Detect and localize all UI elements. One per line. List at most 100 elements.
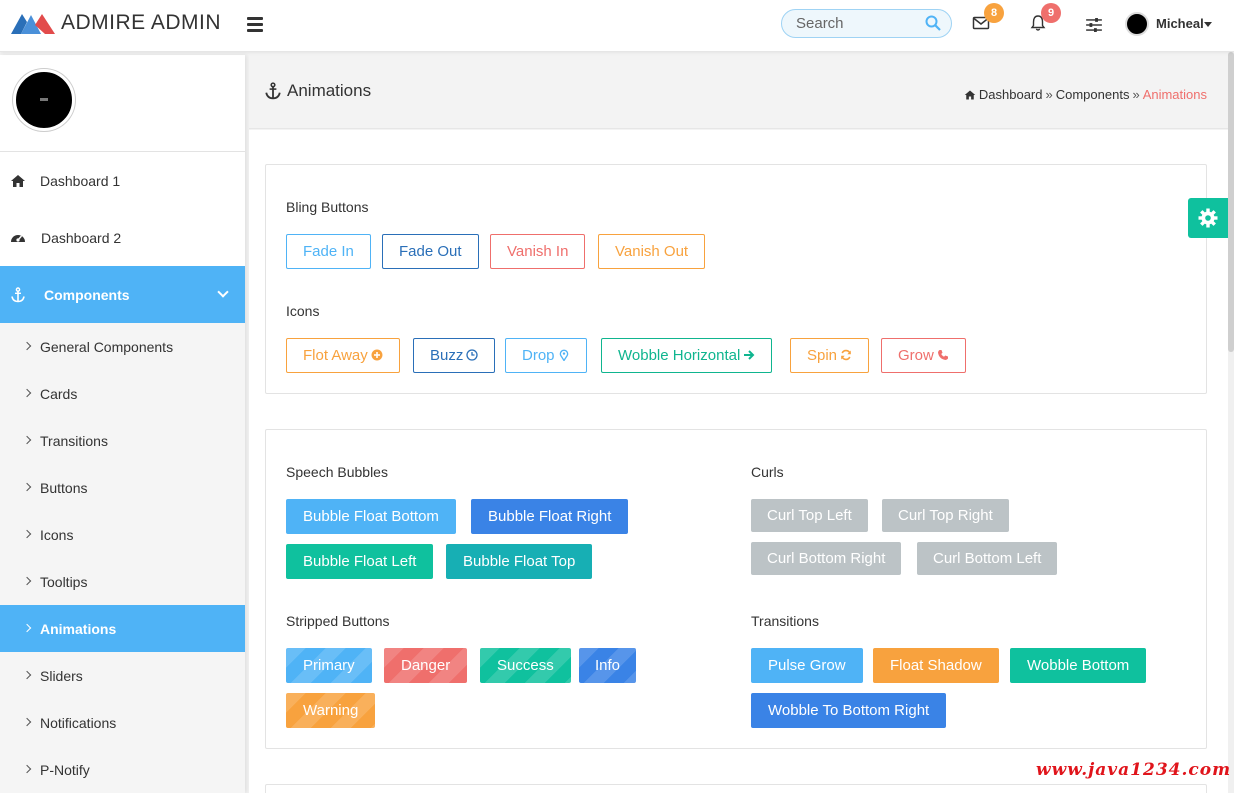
chevron-right-icon (22, 388, 32, 398)
caret-down-icon[interactable] (1204, 22, 1212, 27)
page-title-text: Animations (287, 81, 372, 100)
breadcrumb-parent[interactable]: Components (1056, 87, 1130, 102)
clock-icon (466, 349, 479, 361)
page-scrollbar[interactable] (1228, 52, 1234, 793)
breadcrumb-home[interactable]: Dashboard (979, 87, 1043, 102)
sidebar-subitem-sliders[interactable]: Sliders (0, 652, 245, 699)
search-input[interactable] (796, 15, 916, 32)
top-header: ADMIRE ADMIN 8 9 Micheal (0, 0, 1234, 52)
anchor-icon (11, 286, 25, 302)
effects-card (265, 429, 1207, 749)
subitem-label: Buttons (40, 479, 88, 496)
chevron-right-icon (22, 670, 32, 680)
vanish-in-button[interactable]: Vanish In (490, 234, 586, 269)
fade-in-button[interactable]: Fade In (286, 234, 371, 269)
info-button[interactable]: Info (579, 648, 637, 683)
buzz-button[interactable]: Buzz (413, 338, 496, 373)
sidebar-item-components[interactable]: Components (0, 266, 245, 323)
sliders-icon[interactable] (1085, 16, 1103, 34)
phone-icon (937, 350, 948, 360)
flot-away-button[interactable]: Flot Away (286, 338, 400, 373)
search-icon[interactable] (925, 15, 941, 31)
bubble-float-left-button[interactable]: Bubble Float Left (286, 544, 434, 579)
bubble-float-bottom-button[interactable]: Bubble Float Bottom (286, 499, 456, 534)
primary-button[interactable]: Primary (286, 648, 372, 683)
map-marker-icon (559, 349, 568, 361)
spin-button[interactable]: Spin (790, 338, 870, 373)
double-chevron-icon: » (1045, 87, 1053, 102)
menu-toggle-icon[interactable] (247, 17, 263, 32)
sidebar-item-dashboard-2[interactable]: Dashboard 2 (0, 209, 245, 266)
sidebar: Dashboard 1 Dashboard 2 Components Gener… (0, 55, 245, 793)
arrow-right-icon (744, 350, 755, 360)
plus-circle-icon (371, 349, 383, 361)
curl-bottom-right-button[interactable]: Curl Bottom Right (751, 542, 902, 575)
double-chevron-icon: » (1132, 87, 1140, 102)
curl-top-left-button[interactable]: Curl Top Left (751, 499, 868, 532)
section-title-icons: Icons (286, 303, 320, 319)
sidebar-item-label: Components (44, 286, 130, 303)
bubble-float-top-button[interactable]: Bubble Float Top (446, 544, 593, 579)
watermark-text: www.java1234.com (1036, 760, 1232, 780)
chevron-right-icon (22, 764, 32, 774)
warning-button[interactable]: Warning (286, 693, 376, 728)
section-title-speech: Speech Bubbles (286, 464, 388, 480)
subitem-label: Notifications (40, 714, 117, 731)
refresh-icon (841, 349, 851, 361)
drop-button[interactable]: Drop (505, 338, 587, 373)
section-title-curls: Curls (751, 464, 784, 480)
fade-out-button[interactable]: Fade Out (382, 234, 479, 269)
danger-button[interactable]: Danger (384, 648, 468, 683)
page-header: Animations Dashboard » Components » Anim… (249, 55, 1228, 129)
sidebar-subitem-tooltips[interactable]: Tooltips (0, 558, 245, 605)
user-name[interactable]: Micheal (1156, 16, 1204, 31)
subitem-label: Tooltips (40, 573, 88, 590)
profile-avatar[interactable] (13, 69, 75, 131)
sidebar-subitem-p-notify[interactable]: P-Notify (0, 746, 245, 793)
subitem-label: Icons (40, 526, 74, 543)
search-box (781, 9, 952, 38)
subitem-label: Sliders (40, 667, 83, 684)
curl-top-right-button[interactable]: Curl Top Right (882, 499, 1009, 532)
vanish-out-button[interactable]: Vanish Out (598, 234, 706, 269)
notification-count-badge: 9 (1041, 3, 1061, 23)
wobble-bottom-button[interactable]: Wobble Bottom (1010, 648, 1147, 683)
curl-bottom-left-button[interactable]: Curl Bottom Left (917, 542, 1058, 575)
section-title-transitions: Transitions (751, 613, 819, 629)
scrollbar-thumb[interactable] (1228, 52, 1234, 352)
sidebar-subitem-buttons[interactable]: Buttons (0, 464, 245, 511)
button-label: Grow (898, 347, 934, 364)
sidebar-subitem-notifications[interactable]: Notifications (0, 699, 245, 746)
brand-logo[interactable]: ADMIRE ADMIN (11, 11, 221, 35)
wobble-horizontal-button[interactable]: Wobble Horizontal (601, 338, 773, 373)
dashboard-icon (11, 234, 25, 242)
sidebar-subitem-transitions[interactable]: Transitions (0, 417, 245, 464)
button-label: Spin (807, 347, 838, 364)
sidebar-item-dashboard-1[interactable]: Dashboard 1 (0, 152, 245, 209)
float-shadow-button[interactable]: Float Shadow (873, 648, 999, 683)
pulse-grow-button[interactable]: Pulse Grow (751, 648, 863, 683)
settings-toggle[interactable] (1188, 198, 1228, 238)
sidebar-profile (0, 55, 245, 152)
subitem-label: Transitions (40, 432, 108, 449)
user-avatar[interactable] (1125, 12, 1149, 36)
sidebar-subitem-cards[interactable]: Cards (0, 370, 245, 417)
brand-name: ADMIRE ADMIN (61, 11, 222, 34)
success-button[interactable]: Success (480, 648, 571, 683)
sidebar-item-label: Dashboard 2 (41, 229, 122, 246)
breadcrumb-current: Animations (1142, 87, 1207, 102)
anchor-icon (265, 82, 281, 100)
sidebar-subitem-icons[interactable]: Icons (0, 511, 245, 558)
bubble-float-right-button[interactable]: Bubble Float Right (471, 499, 629, 534)
sidebar-subitem-animations[interactable]: Animations (0, 605, 245, 652)
sidebar-subitem-general-components[interactable]: General Components (0, 323, 245, 370)
logo-icon (11, 14, 55, 34)
mail-count-badge: 8 (984, 3, 1004, 23)
chevron-right-icon (22, 717, 32, 727)
grow-button[interactable]: Grow (881, 338, 966, 373)
breadcrumb: Dashboard » Components » Animations (964, 87, 1207, 102)
gear-icon (1198, 208, 1218, 228)
chevron-right-icon (22, 435, 32, 445)
wobble-to-bottom-right-button[interactable]: Wobble To Bottom Right (751, 693, 947, 728)
button-label: Flot Away (303, 347, 368, 364)
